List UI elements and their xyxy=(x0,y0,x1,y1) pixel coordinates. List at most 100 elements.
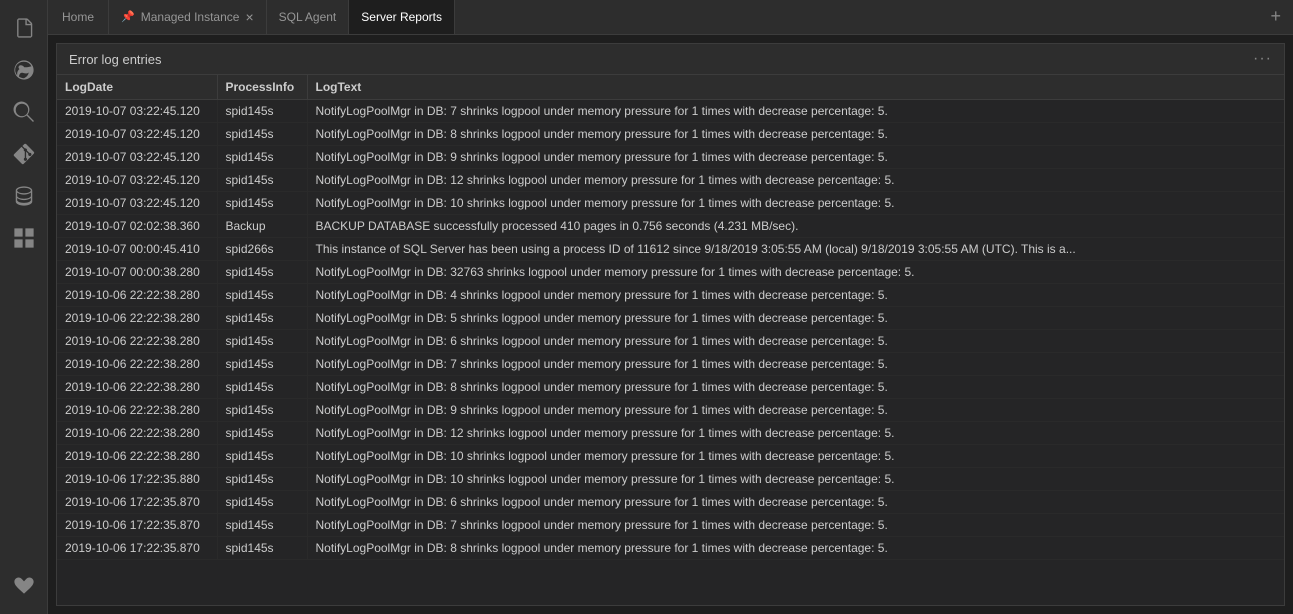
content-area: Error log entries ··· LogDate ProcessInf… xyxy=(48,35,1293,614)
table-row[interactable]: 2019-10-06 22:22:38.280spid145sNotifyLog… xyxy=(57,445,1284,468)
heart-icon[interactable] xyxy=(4,566,44,606)
cell-logdate: 2019-10-07 03:22:45.120 xyxy=(57,146,217,169)
table-row[interactable]: 2019-10-07 02:02:38.360BackupBACKUP DATA… xyxy=(57,215,1284,238)
cell-processinfo: spid145s xyxy=(217,537,307,560)
cell-processinfo: spid145s xyxy=(217,330,307,353)
cell-logtext: NotifyLogPoolMgr in DB: 32763 shrinks lo… xyxy=(307,261,1284,284)
tab-managed-instance[interactable]: 📌 Managed Instance × xyxy=(109,0,267,34)
cell-logdate: 2019-10-06 17:22:35.870 xyxy=(57,491,217,514)
cell-logtext: NotifyLogPoolMgr in DB: 9 shrinks logpoo… xyxy=(307,399,1284,422)
cell-logtext: NotifyLogPoolMgr in DB: 8 shrinks logpoo… xyxy=(307,123,1284,146)
cell-processinfo: spid145s xyxy=(217,376,307,399)
cell-logdate: 2019-10-07 00:00:38.280 xyxy=(57,261,217,284)
cell-logdate: 2019-10-07 03:22:45.120 xyxy=(57,192,217,215)
main-area: Home 📌 Managed Instance × SQL Agent Serv… xyxy=(48,0,1293,614)
cell-processinfo: spid145s xyxy=(217,353,307,376)
cell-logtext: NotifyLogPoolMgr in DB: 9 shrinks logpoo… xyxy=(307,146,1284,169)
cell-logtext: NotifyLogPoolMgr in DB: 5 shrinks logpoo… xyxy=(307,307,1284,330)
cell-logdate: 2019-10-06 22:22:38.280 xyxy=(57,376,217,399)
panel-header: Error log entries ··· xyxy=(57,44,1284,75)
tab-bar: Home 📌 Managed Instance × SQL Agent Serv… xyxy=(48,0,1293,35)
search-icon[interactable] xyxy=(4,92,44,132)
cell-logdate: 2019-10-07 00:00:45.410 xyxy=(57,238,217,261)
cell-logdate: 2019-10-06 22:22:38.280 xyxy=(57,284,217,307)
table-row[interactable]: 2019-10-06 22:22:38.280spid145sNotifyLog… xyxy=(57,284,1284,307)
files-icon[interactable] xyxy=(4,8,44,48)
cell-logtext: NotifyLogPoolMgr in DB: 7 shrinks logpoo… xyxy=(307,353,1284,376)
panel-title: Error log entries xyxy=(69,52,161,67)
cell-processinfo: spid145s xyxy=(217,399,307,422)
cell-logtext: NotifyLogPoolMgr in DB: 7 shrinks logpoo… xyxy=(307,100,1284,123)
table-row[interactable]: 2019-10-06 17:22:35.870spid145sNotifyLog… xyxy=(57,537,1284,560)
tab-sql-agent[interactable]: SQL Agent xyxy=(267,0,350,34)
table-row[interactable]: 2019-10-06 22:22:38.280spid145sNotifyLog… xyxy=(57,399,1284,422)
cell-processinfo: spid145s xyxy=(217,192,307,215)
cell-processinfo: spid145s xyxy=(217,100,307,123)
add-tab-button[interactable]: + xyxy=(1258,0,1293,34)
table-row[interactable]: 2019-10-07 00:00:45.410spid266sThis inst… xyxy=(57,238,1284,261)
cell-logtext: NotifyLogPoolMgr in DB: 8 shrinks logpoo… xyxy=(307,376,1284,399)
table-row[interactable]: 2019-10-07 03:22:45.120spid145sNotifyLog… xyxy=(57,146,1284,169)
cell-processinfo: spid145s xyxy=(217,422,307,445)
cell-logtext: This instance of SQL Server has been usi… xyxy=(307,238,1284,261)
cell-logtext: BACKUP DATABASE successfully processed 4… xyxy=(307,215,1284,238)
table-row[interactable]: 2019-10-06 22:22:38.280spid145sNotifyLog… xyxy=(57,376,1284,399)
table-row[interactable]: 2019-10-07 00:00:38.280spid145sNotifyLog… xyxy=(57,261,1284,284)
table-row[interactable]: 2019-10-06 17:22:35.880spid145sNotifyLog… xyxy=(57,468,1284,491)
table-row[interactable]: 2019-10-07 03:22:45.120spid145sNotifyLog… xyxy=(57,100,1284,123)
cell-logdate: 2019-10-07 03:22:45.120 xyxy=(57,100,217,123)
table-container[interactable]: LogDate ProcessInfo LogText 2019-10-07 0… xyxy=(57,75,1284,605)
cell-processinfo: spid145s xyxy=(217,261,307,284)
cell-logtext: NotifyLogPoolMgr in DB: 10 shrinks logpo… xyxy=(307,445,1284,468)
cell-logdate: 2019-10-06 17:22:35.880 xyxy=(57,468,217,491)
table-row[interactable]: 2019-10-06 17:22:35.870spid145sNotifyLog… xyxy=(57,514,1284,537)
cell-processinfo: spid145s xyxy=(217,146,307,169)
error-log-panel: Error log entries ··· LogDate ProcessInf… xyxy=(56,43,1285,606)
tab-home-label: Home xyxy=(62,10,94,24)
git-icon[interactable] xyxy=(4,134,44,174)
cell-logdate: 2019-10-06 22:22:38.280 xyxy=(57,330,217,353)
grid-icon[interactable] xyxy=(4,218,44,258)
cell-logdate: 2019-10-06 22:22:38.280 xyxy=(57,422,217,445)
cell-processinfo: spid145s xyxy=(217,284,307,307)
cell-logtext: NotifyLogPoolMgr in DB: 4 shrinks logpoo… xyxy=(307,284,1284,307)
cell-processinfo: spid145s xyxy=(217,169,307,192)
cell-logdate: 2019-10-06 22:22:38.280 xyxy=(57,445,217,468)
cell-logdate: 2019-10-07 03:22:45.120 xyxy=(57,123,217,146)
col-header-processinfo: ProcessInfo xyxy=(217,75,307,100)
tab-server-reports[interactable]: Server Reports xyxy=(349,0,455,34)
table-row[interactable]: 2019-10-07 03:22:45.120spid145sNotifyLog… xyxy=(57,169,1284,192)
cell-processinfo: spid266s xyxy=(217,238,307,261)
tab-home[interactable]: Home xyxy=(48,0,109,34)
panel-menu-button[interactable]: ··· xyxy=(1253,50,1272,68)
cell-logtext: NotifyLogPoolMgr in DB: 6 shrinks logpoo… xyxy=(307,330,1284,353)
cell-processinfo: spid145s xyxy=(217,514,307,537)
table-row[interactable]: 2019-10-07 03:22:45.120spid145sNotifyLog… xyxy=(57,123,1284,146)
table-row[interactable]: 2019-10-06 22:22:38.280spid145sNotifyLog… xyxy=(57,307,1284,330)
cell-processinfo: Backup xyxy=(217,215,307,238)
cell-logdate: 2019-10-06 17:22:35.870 xyxy=(57,514,217,537)
tab-managed-instance-close[interactable]: × xyxy=(245,10,253,24)
cell-logdate: 2019-10-06 22:22:38.280 xyxy=(57,399,217,422)
cell-logdate: 2019-10-06 22:22:38.280 xyxy=(57,353,217,376)
cell-processinfo: spid145s xyxy=(217,123,307,146)
table-row[interactable]: 2019-10-06 17:22:35.870spid145sNotifyLog… xyxy=(57,491,1284,514)
globe-icon[interactable] xyxy=(4,50,44,90)
table-row[interactable]: 2019-10-06 22:22:38.280spid145sNotifyLog… xyxy=(57,330,1284,353)
cell-logtext: NotifyLogPoolMgr in DB: 12 shrinks logpo… xyxy=(307,422,1284,445)
cell-processinfo: spid145s xyxy=(217,307,307,330)
tab-server-reports-label: Server Reports xyxy=(361,10,442,24)
database-icon[interactable] xyxy=(4,176,44,216)
tab-sql-agent-label: SQL Agent xyxy=(279,10,337,24)
cell-logtext: NotifyLogPoolMgr in DB: 10 shrinks logpo… xyxy=(307,192,1284,215)
table-row[interactable]: 2019-10-07 03:22:45.120spid145sNotifyLog… xyxy=(57,192,1284,215)
cell-processinfo: spid145s xyxy=(217,491,307,514)
col-header-logtext: LogText xyxy=(307,75,1284,100)
cell-logdate: 2019-10-07 02:02:38.360 xyxy=(57,215,217,238)
table-row[interactable]: 2019-10-06 22:22:38.280spid145sNotifyLog… xyxy=(57,353,1284,376)
error-log-table: LogDate ProcessInfo LogText 2019-10-07 0… xyxy=(57,75,1284,560)
table-row[interactable]: 2019-10-06 22:22:38.280spid145sNotifyLog… xyxy=(57,422,1284,445)
cell-logtext: NotifyLogPoolMgr in DB: 12 shrinks logpo… xyxy=(307,169,1284,192)
cell-logdate: 2019-10-07 03:22:45.120 xyxy=(57,169,217,192)
cell-logtext: NotifyLogPoolMgr in DB: 8 shrinks logpoo… xyxy=(307,537,1284,560)
